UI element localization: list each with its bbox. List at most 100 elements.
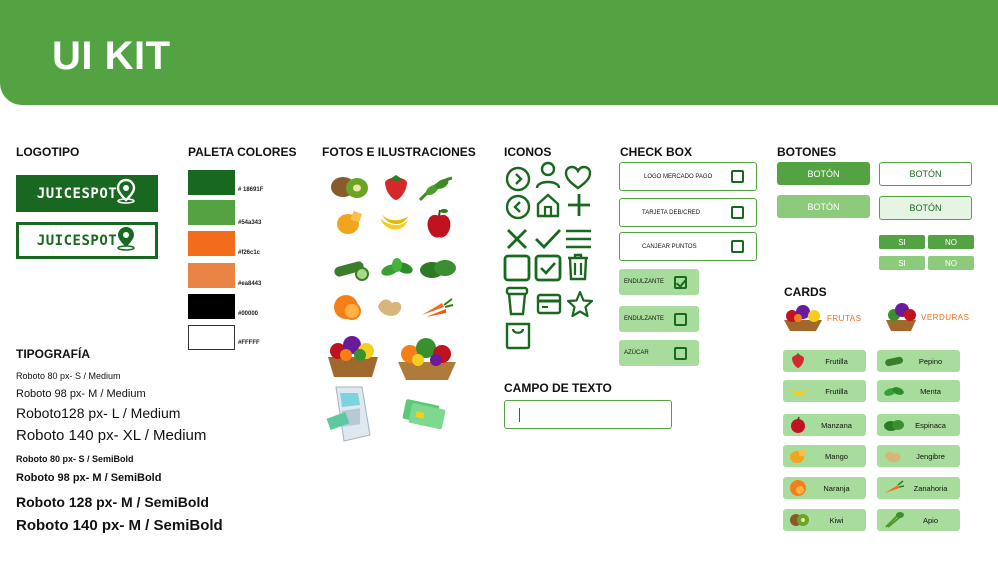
button-si-light[interactable]: SI — [879, 256, 925, 270]
cucumber-photo — [334, 261, 369, 281]
checkbox-square-checked[interactable] — [674, 275, 687, 289]
product-card-pepino[interactable]: Pepino — [877, 350, 960, 372]
text-caret — [519, 408, 520, 422]
product-card-kiwi[interactable]: Kiwi — [783, 509, 866, 531]
map-pin-icon — [116, 178, 136, 204]
credit-card-icon[interactable] — [536, 293, 562, 315]
home-icon[interactable] — [535, 192, 561, 218]
typo-sample: Roboto 128 px- M / SemiBold — [16, 494, 209, 510]
button-no[interactable]: NO — [928, 235, 974, 249]
spinach-photo — [420, 260, 456, 278]
button-no-light[interactable]: NO — [928, 256, 974, 270]
checkbox-square[interactable] — [674, 346, 687, 360]
carrot-photo — [422, 298, 454, 317]
check-icon[interactable] — [534, 227, 562, 251]
checkbox-square[interactable] — [731, 240, 744, 253]
product-card-jengibre[interactable]: Jengibre — [877, 445, 960, 467]
card-label: Manzana — [821, 420, 852, 430]
ginger-photo — [378, 299, 402, 316]
button-outline[interactable]: BOTÓN — [879, 162, 972, 186]
user-icon[interactable] — [535, 160, 561, 190]
typo-sample: Roboto 98 px- M / Medium — [16, 388, 146, 400]
card-label: Apio — [922, 515, 938, 525]
checkbox-square[interactable] — [731, 206, 744, 219]
map-pin-icon — [117, 226, 135, 251]
typo-sample: Roboto 80 px- S / SemiBold — [16, 454, 134, 464]
credit-cards-illustration — [402, 399, 446, 430]
checkbox-label: CANJEAR PUNTOS — [642, 243, 697, 250]
menu-icon[interactable] — [565, 228, 592, 250]
product-card-frutilla[interactable]: Frutilla — [783, 380, 866, 402]
header-banner: UI KIT — [0, 0, 998, 105]
category-verduras[interactable]: VERDURAS — [884, 302, 969, 332]
bag-icon[interactable] — [504, 320, 532, 350]
fruit-basket-icon — [784, 305, 822, 331]
fruit-basket-photo — [398, 338, 456, 380]
card-label: Naranja — [823, 483, 850, 493]
checkbox-label: ENDULZANTE — [624, 316, 665, 322]
section-title-buttons: BOTONES — [777, 145, 837, 159]
card-label: Mango — [825, 451, 848, 461]
button-primary-light[interactable]: BOTÓN — [777, 195, 870, 218]
typo-sample: Roboto 80 px- S / Medium — [16, 371, 121, 381]
color-swatch — [188, 170, 235, 195]
trash-icon[interactable] — [566, 253, 590, 281]
section-title-palette: PALETA COLORES — [188, 145, 297, 159]
text-input[interactable] — [504, 400, 672, 429]
chevron-right-circle-icon[interactable] — [505, 166, 531, 192]
checkbox-endulzante-checked[interactable]: ENDULZANTE — [619, 269, 699, 295]
checkbox-square[interactable] — [674, 312, 687, 326]
logo-text: JUICESPOT — [36, 232, 118, 249]
checked-square-icon[interactable] — [534, 254, 562, 282]
card-label: Frutilla — [825, 386, 848, 396]
checkbox-tarjeta-deb-cred[interactable]: TARJETA DEB/CRED — [619, 198, 757, 227]
checkbox-canjear-puntos[interactable]: CANJEAR PUNTOS — [619, 232, 757, 261]
product-card-apio[interactable]: Apio — [877, 509, 960, 531]
heart-icon[interactable] — [564, 165, 592, 191]
button-outline-light[interactable]: BOTÓN — [879, 196, 972, 220]
cup-icon[interactable] — [505, 286, 529, 316]
section-title-textfield: CAMPO DE TEXTO — [504, 381, 612, 395]
section-title-checkbox: CHECK BOX — [620, 145, 693, 159]
section-title-cards: CARDS — [784, 285, 827, 299]
checkbox-label: TARJETA DEB/CRED — [642, 209, 701, 216]
typo-sample: Roboto 98 px- M / SemiBold — [16, 472, 162, 484]
card-label: Kiwi — [829, 515, 844, 525]
chevron-left-circle-icon[interactable] — [505, 194, 531, 220]
product-card-zanahoria[interactable]: Zanahoria — [877, 477, 960, 499]
swatch-label: #54a343 — [238, 220, 262, 226]
product-card-menta[interactable]: Menta — [877, 380, 960, 402]
apple-photo — [427, 209, 451, 238]
color-swatch — [188, 263, 235, 288]
plus-icon[interactable] — [566, 192, 592, 218]
card-label: Pepino — [918, 356, 943, 366]
checkbox-logo-mercado-pago[interactable]: LOGO MERCADO PAGO — [619, 162, 757, 191]
arugula-photo — [418, 176, 453, 202]
square-icon[interactable] — [503, 254, 531, 282]
star-icon[interactable] — [566, 290, 594, 318]
section-title-typography: TIPOGRAFÍA — [16, 347, 90, 361]
card-label: Menta — [920, 386, 941, 396]
swatch-label: #FFFFF — [238, 340, 260, 346]
close-icon[interactable] — [505, 227, 529, 251]
button-si[interactable]: SI — [879, 235, 925, 249]
category-frutas[interactable]: FRUTAS — [782, 304, 861, 332]
product-card-espinaca[interactable]: Espinaca — [877, 414, 960, 436]
typo-sample: Roboto128 px- L / Medium — [16, 405, 181, 421]
category-label: VERDURAS — [921, 312, 970, 322]
product-card-naranja[interactable]: Naranja — [783, 477, 866, 499]
logo-outline: JUICESPOT — [16, 222, 158, 259]
color-swatch — [188, 200, 235, 225]
fruit-basket-photo — [328, 336, 378, 377]
button-primary[interactable]: BOTÓN — [777, 162, 870, 185]
checkbox-azucar[interactable]: AZÚCAR — [619, 340, 699, 366]
checkbox-square[interactable] — [731, 170, 744, 183]
checkbox-endulzante[interactable]: ENDULZANTE — [619, 306, 699, 332]
card-label: Jengibre — [916, 451, 945, 461]
typo-sample: Roboto 140 px- XL / Medium — [16, 427, 207, 444]
product-card-mango[interactable]: Mango — [783, 445, 866, 467]
swatch-label: #f26c1c — [238, 250, 261, 256]
product-card-manzana[interactable]: Manzana — [783, 414, 866, 436]
card-label: Zanahoria — [913, 483, 948, 493]
product-card-frutilla[interactable]: Frutilla — [783, 350, 866, 372]
